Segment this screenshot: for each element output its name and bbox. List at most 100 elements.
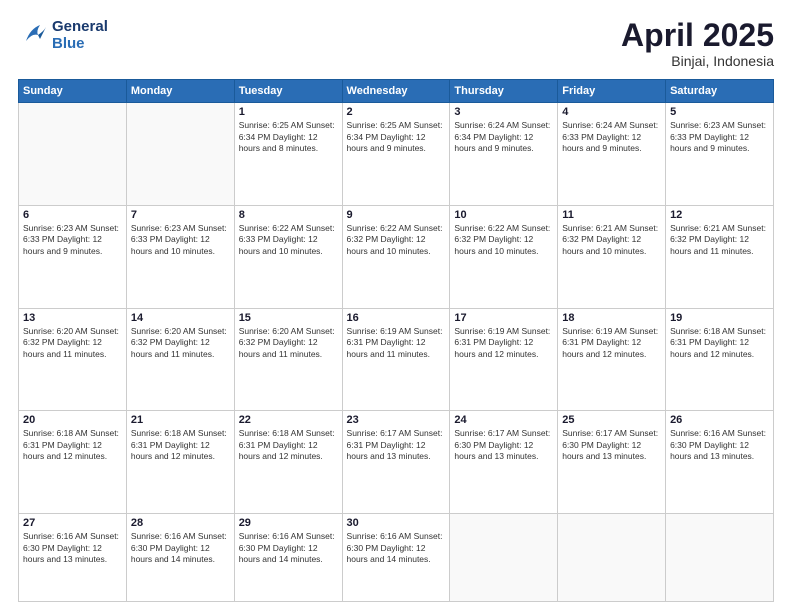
day-info: Sunrise: 6:24 AM Sunset: 6:33 PM Dayligh… (562, 120, 661, 154)
day-number: 23 (347, 414, 446, 426)
day-cell: 25Sunrise: 6:17 AM Sunset: 6:30 PM Dayli… (558, 411, 666, 514)
day-number: 13 (23, 312, 122, 324)
day-info: Sunrise: 6:20 AM Sunset: 6:32 PM Dayligh… (131, 326, 230, 360)
day-cell: 3 Sunrise: 6:24 AM Sunset: 6:34 PM Daylig… (450, 103, 558, 206)
day-number: 19 (670, 312, 769, 324)
day-cell: 26 Sunrise: 6:16 AM Sunset: 6:30 PM Dayli… (666, 411, 774, 514)
title-block: April 2025 Binjai, Indonesia (621, 18, 774, 69)
day-cell: 12 Sunrise: 6:21 AM Sunset: 6:32 PM Dayli… (666, 205, 774, 308)
col-monday: Monday (126, 80, 234, 103)
day-info: Sunrise: 6:18 AM Sunset: 6:31 PM Dayligh… (131, 428, 230, 462)
day-info: Sunrise: 6:23 AM Sunset: 6:33 PM Dayligh… (131, 223, 230, 257)
day-info: Sunrise: 6:22 AM Sunset: 6:32 PM Dayligh… (454, 223, 553, 257)
day-number: 26 (670, 414, 769, 426)
col-wednesday: Wednesday (342, 80, 450, 103)
day-number: 16 (347, 312, 446, 324)
day-cell (19, 103, 127, 206)
day-cell: 22 Sunrise: 6:18 AM Sunset: 6:31 PM Dayli… (234, 411, 342, 514)
header-row: Sunday Monday Tuesday Wednesday Thursday… (19, 80, 774, 103)
page: General Blue April 2025 Binjai, Indonesi… (0, 0, 792, 612)
day-number: 7 (131, 209, 230, 221)
day-info: Sunrise: 6:22 AM Sunset: 6:33 PM Dayligh… (239, 223, 338, 257)
day-number: 9 (347, 209, 446, 221)
day-cell: 14 Sunrise: 6:20 AM Sunset: 6:32 PM Dayli… (126, 308, 234, 411)
week-row-4: 20 Sunrise: 6:18 AM Sunset: 6:31 PM Dayli… (19, 411, 774, 514)
day-cell: 1 Sunrise: 6:25 AM Sunset: 6:34 PM Daylig… (234, 103, 342, 206)
day-info: Sunrise: 6:23 AM Sunset: 6:33 PM Dayligh… (670, 120, 769, 154)
day-cell (666, 514, 774, 602)
day-cell: 11 Sunrise: 6:21 AM Sunset: 6:32 PM Dayli… (558, 205, 666, 308)
day-cell: 6 Sunrise: 6:23 AM Sunset: 6:33 PM Daylig… (19, 205, 127, 308)
day-number: 3 (454, 106, 553, 118)
day-info: Sunrise: 6:18 AM Sunset: 6:31 PM Dayligh… (239, 428, 338, 462)
day-number: 4 (562, 106, 661, 118)
day-info: Sunrise: 6:19 AM Sunset: 6:31 PM Dayligh… (562, 326, 661, 360)
day-info: Sunrise: 6:25 AM Sunset: 6:34 PM Dayligh… (347, 120, 446, 154)
calendar-location: Binjai, Indonesia (621, 53, 774, 69)
day-info: Sunrise: 6:16 AM Sunset: 6:30 PM Dayligh… (239, 531, 338, 565)
day-info: Sunrise: 6:21 AM Sunset: 6:32 PM Dayligh… (670, 223, 769, 257)
day-info: Sunrise: 6:19 AM Sunset: 6:31 PM Dayligh… (347, 326, 446, 360)
week-row-3: 13 Sunrise: 6:20 AM Sunset: 6:32 PM Dayli… (19, 308, 774, 411)
logo: General Blue (18, 18, 108, 52)
day-number: 14 (131, 312, 230, 324)
day-cell: 28Sunrise: 6:16 AM Sunset: 6:30 PM Dayli… (126, 514, 234, 602)
day-info: Sunrise: 6:20 AM Sunset: 6:32 PM Dayligh… (23, 326, 122, 360)
day-number: 22 (239, 414, 338, 426)
day-number: 21 (131, 414, 230, 426)
day-cell: 20 Sunrise: 6:18 AM Sunset: 6:31 PM Dayli… (19, 411, 127, 514)
col-friday: Friday (558, 80, 666, 103)
day-info: Sunrise: 6:16 AM Sunset: 6:30 PM Dayligh… (347, 531, 446, 565)
header: General Blue April 2025 Binjai, Indonesi… (18, 18, 774, 69)
day-info: Sunrise: 6:22 AM Sunset: 6:32 PM Dayligh… (347, 223, 446, 257)
day-cell: 10 Sunrise: 6:22 AM Sunset: 6:32 PM Dayli… (450, 205, 558, 308)
day-number: 24 (454, 414, 553, 426)
day-cell (126, 103, 234, 206)
day-number: 20 (23, 414, 122, 426)
day-number: 2 (347, 106, 446, 118)
day-number: 11 (562, 209, 661, 221)
day-number: 18 (562, 312, 661, 324)
day-cell: 24 Sunrise: 6:17 AM Sunset: 6:30 PM Dayli… (450, 411, 558, 514)
day-cell: 19 Sunrise: 6:18 AM Sunset: 6:31 PM Dayli… (666, 308, 774, 411)
day-info: Sunrise: 6:21 AM Sunset: 6:32 PM Dayligh… (562, 223, 661, 257)
day-number: 30 (347, 517, 446, 529)
day-cell: 13 Sunrise: 6:20 AM Sunset: 6:32 PM Dayli… (19, 308, 127, 411)
day-info: Sunrise: 6:16 AM Sunset: 6:30 PM Dayligh… (670, 428, 769, 462)
day-number: 5 (670, 106, 769, 118)
day-info: Sunrise: 6:25 AM Sunset: 6:34 PM Dayligh… (239, 120, 338, 154)
day-cell: 2 Sunrise: 6:25 AM Sunset: 6:34 PM Daylig… (342, 103, 450, 206)
day-cell (558, 514, 666, 602)
day-number: 1 (239, 106, 338, 118)
day-number: 12 (670, 209, 769, 221)
day-info: Sunrise: 6:19 AM Sunset: 6:31 PM Dayligh… (454, 326, 553, 360)
day-cell: 9 Sunrise: 6:22 AM Sunset: 6:32 PM Daylig… (342, 205, 450, 308)
day-info: Sunrise: 6:23 AM Sunset: 6:33 PM Dayligh… (23, 223, 122, 257)
calendar-table: Sunday Monday Tuesday Wednesday Thursday… (18, 79, 774, 602)
day-number: 28 (131, 517, 230, 529)
day-info: Sunrise: 6:16 AM Sunset: 6:30 PM Dayligh… (23, 531, 122, 565)
day-cell: 5 Sunrise: 6:23 AM Sunset: 6:33 PM Daylig… (666, 103, 774, 206)
week-row-2: 6 Sunrise: 6:23 AM Sunset: 6:33 PM Daylig… (19, 205, 774, 308)
day-info: Sunrise: 6:18 AM Sunset: 6:31 PM Dayligh… (23, 428, 122, 462)
logo-icon (18, 21, 48, 49)
day-cell: 16 Sunrise: 6:19 AM Sunset: 6:31 PM Dayli… (342, 308, 450, 411)
day-cell: 17 Sunrise: 6:19 AM Sunset: 6:31 PM Dayli… (450, 308, 558, 411)
day-cell: 23Sunrise: 6:17 AM Sunset: 6:31 PM Dayli… (342, 411, 450, 514)
day-info: Sunrise: 6:18 AM Sunset: 6:31 PM Dayligh… (670, 326, 769, 360)
day-cell: 15Sunrise: 6:20 AM Sunset: 6:32 PM Dayli… (234, 308, 342, 411)
day-number: 10 (454, 209, 553, 221)
day-cell: 27 Sunrise: 6:16 AM Sunset: 6:30 PM Dayli… (19, 514, 127, 602)
calendar-title: April 2025 (621, 18, 774, 53)
day-info: Sunrise: 6:17 AM Sunset: 6:30 PM Dayligh… (562, 428, 661, 462)
day-info: Sunrise: 6:24 AM Sunset: 6:34 PM Dayligh… (454, 120, 553, 154)
day-number: 29 (239, 517, 338, 529)
day-number: 15 (239, 312, 338, 324)
day-number: 6 (23, 209, 122, 221)
col-tuesday: Tuesday (234, 80, 342, 103)
day-number: 27 (23, 517, 122, 529)
day-number: 17 (454, 312, 553, 324)
logo-text: General Blue (52, 18, 108, 52)
day-cell: 18 Sunrise: 6:19 AM Sunset: 6:31 PM Dayli… (558, 308, 666, 411)
day-info: Sunrise: 6:17 AM Sunset: 6:30 PM Dayligh… (454, 428, 553, 462)
